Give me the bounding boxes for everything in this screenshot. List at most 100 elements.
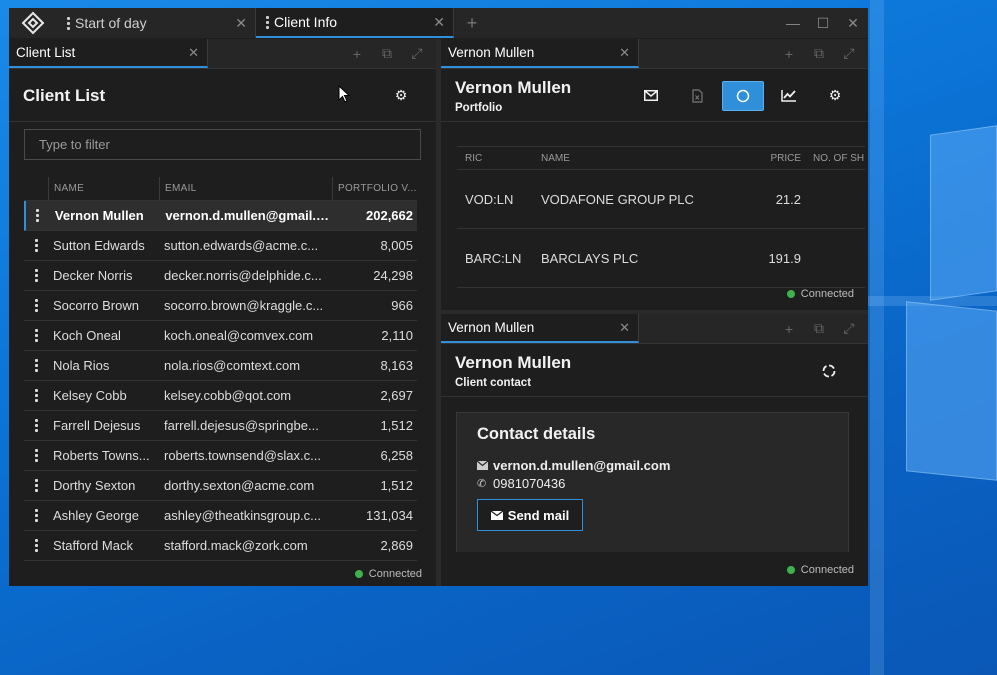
add-icon[interactable]: + — [774, 46, 804, 62]
close-icon[interactable]: ✕ — [235, 15, 247, 32]
settings-button[interactable]: ⚙ — [380, 81, 422, 111]
envelope-icon — [490, 510, 503, 520]
tab-portfolio[interactable]: Vernon Mullen ✕ — [441, 39, 639, 68]
column-header-ric[interactable]: RIC — [457, 153, 533, 164]
client-name-cell: Vernon Mullen — [54, 208, 144, 223]
drag-handle-icon[interactable] — [34, 269, 38, 282]
table-row[interactable]: Dorthy Sexton dorthy.sexton@acme.com 1,512 — [24, 471, 417, 501]
expand-icon[interactable]: ⤢ — [402, 45, 432, 62]
tab-start-of-day[interactable]: Start of day ✕ — [57, 8, 256, 38]
contact-phone: 0981070436 — [493, 476, 566, 491]
drag-handle-icon[interactable] — [34, 479, 38, 492]
table-row[interactable]: Koch Oneal koch.oneal@comvex.com 2,110 — [24, 321, 417, 351]
email-button[interactable] — [630, 81, 672, 111]
portfolio-value-cell: 8,163 — [380, 358, 413, 373]
table-row[interactable]: Stafford Mack stafford.mack@zork.com 2,869 — [24, 531, 417, 561]
drag-handle-icon[interactable] — [34, 359, 38, 372]
gear-icon: ⚙ — [828, 87, 842, 103]
drag-handle-icon[interactable] — [34, 509, 38, 522]
drag-handle-icon[interactable] — [34, 299, 38, 312]
drag-handle-icon[interactable] — [34, 389, 38, 402]
drag-handle-icon[interactable] — [34, 419, 38, 432]
column-header-name[interactable]: NAME — [533, 153, 747, 164]
popout-icon[interactable]: ⧉ — [804, 320, 834, 337]
drag-handle-icon[interactable] — [36, 209, 40, 222]
ric-cell: VOD:LN — [465, 191, 514, 207]
row-drag-handle[interactable] — [24, 359, 49, 372]
table-row[interactable]: Nola Rios nola.rios@comtext.com 8,163 — [24, 351, 417, 381]
row-drag-handle[interactable] — [24, 269, 49, 282]
table-row[interactable]: Sutton Edwards sutton.edwards@acme.c... 8,… — [24, 231, 417, 261]
table-row[interactable]: Ashley George ashley@theatkinsgroup.c... 1… — [24, 501, 417, 531]
column-header-shares[interactable]: NO. OF SH — [809, 153, 865, 164]
close-icon[interactable]: ✕ — [188, 45, 199, 61]
column-header-price[interactable]: PRICE — [747, 153, 809, 164]
tab-label: Vernon Mullen — [448, 320, 535, 335]
minimize-icon[interactable]: — — [778, 15, 808, 31]
row-drag-handle[interactable] — [24, 299, 49, 312]
page-title: Client List — [23, 85, 106, 105]
add-tab-icon[interactable]: + — [454, 8, 490, 38]
popout-icon[interactable]: ⧉ — [372, 45, 402, 62]
filter-input[interactable] — [24, 129, 421, 160]
table-row[interactable]: Kelsey Cobb kelsey.cobb@qot.com 2,697 — [24, 381, 417, 411]
drag-handle-icon[interactable] — [34, 329, 38, 342]
portfolio-table: RIC NAME PRICE NO. OF SH VOD:LN VODAFONE… — [457, 146, 865, 288]
drag-handle-icon[interactable] — [67, 16, 70, 30]
tab-client-info[interactable]: Client Info ✕ — [256, 8, 454, 38]
row-drag-handle[interactable] — [24, 539, 49, 552]
close-icon[interactable]: ✕ — [433, 14, 445, 31]
close-icon[interactable]: ✕ — [619, 45, 630, 61]
client-name-cell: Decker Norris — [53, 268, 133, 283]
column-header-portfolio-value[interactable]: PORTFOLIO V... — [333, 177, 417, 200]
expand-icon[interactable]: ⤢ — [834, 45, 864, 62]
send-mail-label: Send mail — [507, 507, 570, 523]
tab-contact[interactable]: Vernon Mullen ✕ — [441, 314, 639, 343]
client-name-cell: Ashley George — [53, 508, 139, 523]
row-drag-handle[interactable] — [24, 449, 49, 462]
column-header-name[interactable]: NAME — [49, 177, 160, 200]
contact-email-line: vernon.d.mullen@gmail.com — [477, 458, 670, 473]
table-row[interactable]: Socorro Brown socorro.brown@kraggle.c... 9… — [24, 291, 417, 321]
client-email-cell: ashley@theatkinsgroup.c... — [164, 508, 322, 523]
refresh-button[interactable] — [808, 356, 850, 386]
table-row[interactable]: Farrell Dejesus farrell.dejesus@springbe.… — [24, 411, 417, 441]
add-icon[interactable]: + — [774, 321, 804, 337]
expand-icon[interactable]: ⤢ — [834, 320, 864, 337]
toggle-view-button[interactable] — [722, 80, 764, 111]
client-list-header: Client List ⚙ — [9, 70, 436, 122]
add-icon[interactable]: + — [342, 46, 372, 62]
row-drag-handle[interactable] — [24, 479, 49, 492]
contact-panel: Vernon Mullen ✕ + ⧉ ⤢ Vernon Mullen Clie… — [441, 314, 868, 586]
row-drag-handle[interactable] — [24, 329, 49, 342]
settings-button[interactable]: ⚙ — [814, 81, 856, 111]
send-mail-button[interactable]: Send mail — [477, 499, 583, 531]
row-drag-handle[interactable] — [24, 389, 49, 402]
drag-handle-icon[interactable] — [266, 15, 269, 29]
drag-handle-icon[interactable] — [34, 239, 38, 252]
drag-handle-icon[interactable] — [34, 449, 38, 462]
name-cell: BARCLAYS PLC — [541, 250, 639, 266]
row-drag-handle[interactable] — [24, 509, 49, 522]
cursor-pointer-icon — [338, 84, 351, 108]
table-row[interactable]: Decker Norris decker.norris@delphide.c...… — [24, 261, 417, 291]
maximize-icon[interactable]: ☐ — [808, 15, 838, 32]
popout-icon[interactable]: ⧉ — [804, 45, 834, 62]
card-title: Contact details — [477, 425, 596, 443]
table-row[interactable]: Vernon Mullen vernon.d.mullen@gmail.c... 2… — [24, 201, 417, 231]
drag-handle-icon[interactable] — [34, 539, 38, 552]
export-excel-button[interactable] — [676, 81, 718, 111]
close-window-icon[interactable]: ✕ — [838, 15, 868, 32]
row-drag-handle[interactable] — [26, 209, 51, 222]
table-row[interactable]: BARC:LN BARCLAYS PLC 191.9 — [457, 229, 865, 288]
close-icon[interactable]: ✕ — [619, 320, 630, 336]
column-header-email[interactable]: EMAIL — [160, 177, 333, 200]
row-drag-handle[interactable] — [24, 239, 49, 252]
tab-client-list[interactable]: Client List ✕ — [9, 39, 208, 68]
table-row[interactable]: Roberts Towns... roberts.townsend@slax.c.… — [24, 441, 417, 471]
contact-email[interactable]: vernon.d.mullen@gmail.com — [493, 458, 670, 473]
table-row[interactable]: VOD:LN VODAFONE GROUP PLC 21.2 — [457, 170, 865, 229]
portfolio-value-cell: 966 — [391, 298, 413, 313]
chart-button[interactable] — [768, 81, 810, 111]
row-drag-handle[interactable] — [24, 419, 49, 432]
